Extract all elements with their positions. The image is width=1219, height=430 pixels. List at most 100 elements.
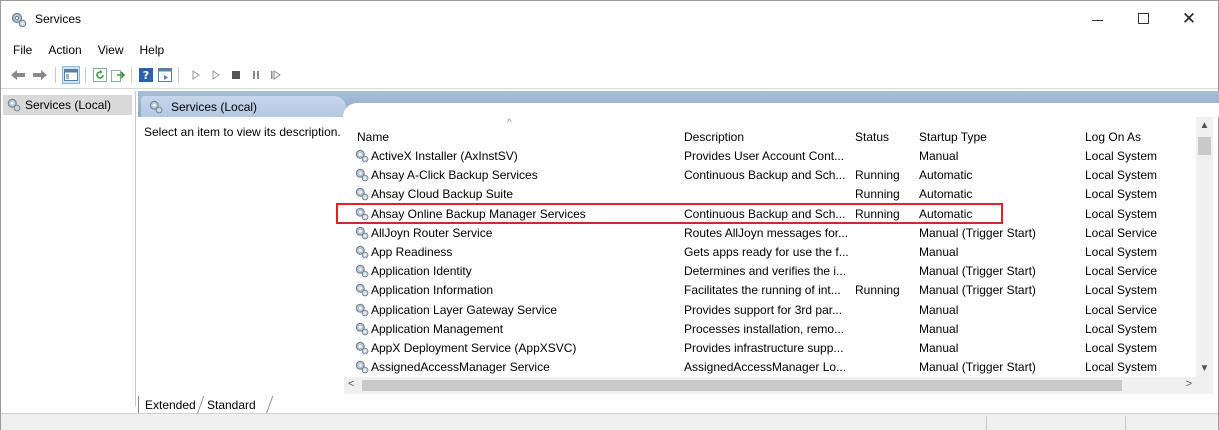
menu-action[interactable]: Action	[40, 43, 89, 57]
service-gear-icon	[355, 188, 369, 201]
status-bar	[1, 413, 1218, 430]
service-startup-type: Manual	[919, 341, 959, 355]
toolbar: ?	[1, 63, 1218, 89]
service-startup-type: Automatic	[919, 168, 973, 183]
service-log-on-as: Local Service	[1085, 225, 1158, 240]
pane-header: Services (Local)	[138, 91, 1219, 117]
services-gear-icon	[149, 100, 163, 113]
service-description: Continuous Backup and Sch...	[684, 168, 846, 183]
table-row[interactable]: AssignedAccessManager Service AssignedAcc…	[341, 358, 1201, 377]
column-header-status[interactable]: Status	[855, 125, 889, 149]
service-name-text: Application Layer Gateway Service	[371, 302, 558, 317]
service-name: AppX Deployment Service (AppXSVC)	[355, 341, 576, 355]
service-log-on-as: Local System	[1085, 206, 1158, 221]
table-row[interactable]: Application Identity Determines and verif…	[341, 262, 1201, 281]
table-row[interactable]: Application Layer Gateway Service Provide…	[341, 301, 1201, 320]
service-name-text: AllJoyn Router Service	[371, 225, 493, 240]
vertical-scrollbar[interactable]: ▲ ▼	[1196, 117, 1213, 377]
column-header-name[interactable]: Name	[357, 125, 389, 149]
service-gear-icon	[355, 149, 369, 163]
service-log-on-as: Local System	[1085, 149, 1158, 163]
service-name-text: ActiveX Installer (AxInstSV)	[371, 149, 518, 163]
properties-icon[interactable]	[156, 66, 174, 84]
tab-extended-label: Extended	[145, 397, 196, 412]
table-row[interactable]: Ahsay A-Click Backup Services Continuous …	[341, 166, 1201, 185]
services-gear-icon	[7, 98, 21, 112]
forward-arrow-icon[interactable]	[31, 66, 49, 84]
toolbar-separator	[131, 67, 132, 83]
service-gear-icon	[355, 341, 369, 355]
scroll-left-icon[interactable]: <	[348, 378, 354, 390]
menu-help[interactable]: Help	[132, 43, 173, 57]
maximize-button[interactable]	[1120, 1, 1166, 35]
console-tree-icon[interactable]	[62, 66, 80, 84]
scroll-up-icon[interactable]: ▲	[1196, 120, 1213, 131]
scrollbar-corner	[1196, 377, 1213, 394]
service-status: Running	[855, 187, 900, 202]
service-status: Running	[855, 283, 900, 298]
column-header-startup-type[interactable]: Startup Type	[919, 125, 987, 149]
minimize-icon	[1091, 19, 1103, 21]
svg-text:?: ?	[143, 69, 149, 82]
refresh-icon[interactable]	[91, 66, 109, 84]
stop-service-icon[interactable]	[227, 66, 245, 84]
column-header-description[interactable]: Description	[684, 125, 744, 149]
pause-service-icon[interactable]	[247, 66, 265, 84]
horizontal-scroll-thumb[interactable]	[362, 380, 1122, 391]
export-list-icon[interactable]	[109, 66, 127, 84]
pane-header-curve	[343, 103, 1219, 117]
service-log-on-as: Local System	[1085, 187, 1158, 202]
service-description: Determines and verifies the i...	[684, 264, 847, 279]
service-gear-icon	[355, 245, 369, 259]
service-name: Ahsay A-Click Backup Services	[355, 168, 538, 182]
close-button[interactable]: ✕	[1166, 1, 1212, 35]
vertical-scroll-thumb[interactable]	[1198, 137, 1211, 155]
console-tree: Services (Local)	[1, 91, 136, 406]
menu-file[interactable]: File	[1, 43, 40, 57]
menu-bar: File Action View Help	[1, 39, 172, 61]
service-gear-icon	[355, 264, 369, 278]
highlight-box	[336, 203, 1003, 224]
table-row[interactable]: App Readiness Gets apps ready for use the…	[341, 243, 1201, 262]
services-gear-icon	[11, 12, 27, 28]
service-description: Gets apps ready for use the f...	[684, 245, 849, 259]
table-row[interactable]: Ahsay Cloud Backup Suite Running Automatic…	[341, 185, 1201, 204]
column-header-log-on-as[interactable]: Log On As	[1085, 125, 1141, 149]
service-startup-type: Manual (Trigger Start)	[919, 360, 1036, 375]
table-row[interactable]: Application Management Processes installa…	[341, 320, 1201, 339]
service-name-text: App Readiness	[371, 245, 453, 259]
service-name: AssignedAccessManager Service	[355, 360, 550, 374]
back-arrow-icon[interactable]	[9, 66, 27, 84]
service-startup-type: Manual (Trigger Start)	[919, 225, 1036, 240]
service-name: AllJoyn Router Service	[355, 226, 492, 240]
resume-service-icon[interactable]	[267, 66, 285, 84]
service-description: Facilitates the running of int...	[684, 283, 841, 298]
service-startup-type: Manual	[919, 321, 959, 336]
service-name: Application Identity	[355, 264, 472, 278]
minimize-button[interactable]	[1074, 1, 1120, 35]
table-row[interactable]: ActiveX Installer (AxInstSV) Provides Use…	[341, 147, 1201, 166]
table-row[interactable]: AppX Deployment Service (AppXSVC) Provide…	[341, 339, 1201, 358]
scroll-right-icon[interactable]: >	[1186, 378, 1192, 390]
service-name-text: Application Management	[371, 321, 504, 336]
service-startup-type: Manual (Trigger Start)	[919, 264, 1036, 279]
tab-standard[interactable]: Standard	[196, 396, 274, 414]
table-row[interactable]: AllJoyn Router Service Routes AllJoyn mes…	[341, 224, 1201, 243]
menu-view[interactable]: View	[90, 43, 132, 57]
service-name: Application Layer Gateway Service	[355, 303, 557, 317]
status-separator	[1125, 416, 1126, 430]
help-icon[interactable]: ?	[137, 66, 155, 84]
tab-extended[interactable]: Extended	[138, 396, 200, 414]
service-name: App Readiness	[355, 245, 452, 259]
service-log-on-as: Local System	[1085, 341, 1158, 355]
title-bar: Services ✕	[1, 1, 1218, 37]
service-description: AssignedAccessManager Lo...	[684, 360, 847, 375]
horizontal-scrollbar[interactable]: < >	[344, 377, 1196, 394]
scroll-down-icon[interactable]: ▼	[1196, 363, 1213, 374]
tree-item-services-local[interactable]: Services (Local)	[3, 95, 132, 115]
service-log-on-as: Local System	[1085, 321, 1158, 336]
service-name-text: AppX Deployment Service (AppXSVC)	[371, 341, 577, 355]
start-service-alt-icon[interactable]	[207, 66, 225, 84]
start-service-icon[interactable]	[187, 66, 205, 84]
table-row[interactable]: Application Information Facilitates the r…	[341, 281, 1201, 300]
